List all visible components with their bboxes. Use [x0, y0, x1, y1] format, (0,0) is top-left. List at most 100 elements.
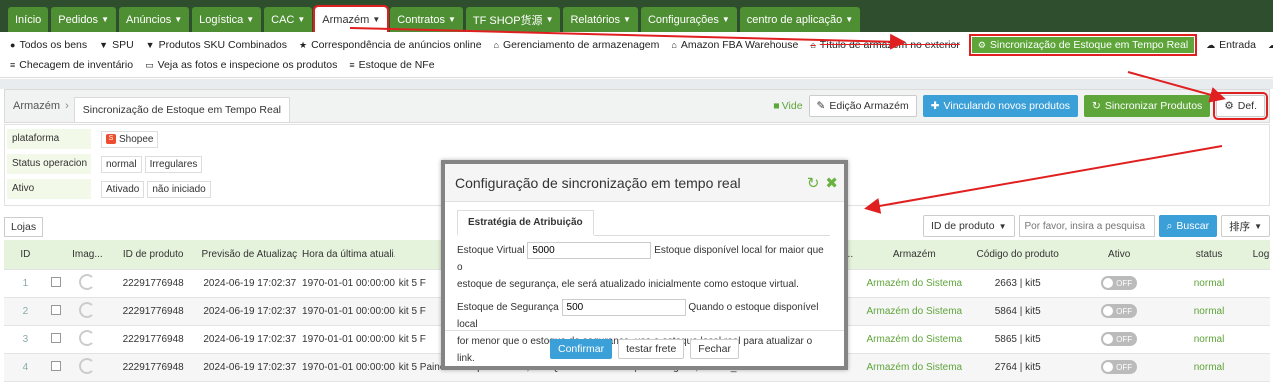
submenu-item-label: SPU [112, 39, 134, 51]
nav-item-contratos[interactable]: Contratos ▼ [390, 7, 463, 32]
filter-option-irregulares[interactable]: Irregulares [144, 155, 203, 173]
refresh-icon[interactable]: ↻ [807, 174, 820, 192]
filter-option-shopee[interactable]: S Shopee [101, 130, 159, 148]
active-toggle[interactable]: OFF [1101, 304, 1138, 318]
nav-item-anuncios[interactable]: Anúncios ▼ [118, 7, 190, 32]
link-new-products-button[interactable]: ✚ Vinculando novos produtos [922, 95, 1079, 117]
nav-item-relatorios[interactable]: Relatórios ▼ [563, 7, 638, 32]
submenu-item-estoque-de-nfe[interactable]: ≡ Estoque de NFe [349, 59, 434, 71]
submenu-item-spu[interactable]: ▼ SPU [99, 39, 134, 51]
toggle-knob [1103, 278, 1114, 288]
nav-item-configuracoes[interactable]: Configurações ▼ [640, 7, 737, 32]
tab-assignment-strategy[interactable]: Estratégia de Atribuição [457, 210, 594, 236]
submenu-item-checagem-de-inventario[interactable]: ≡ Checagem de inventário [10, 59, 133, 71]
nav-item-label: Início [15, 13, 42, 26]
virtual-stock-label: Estoque Virtual [457, 245, 525, 257]
filter-option-nao-iniciado[interactable]: não iniciado [147, 180, 211, 198]
nav-item-pedidos[interactable]: Pedidos ▼ [51, 7, 116, 32]
video-icon: ■ [773, 100, 780, 112]
test-freight-button[interactable]: testar frete [618, 338, 685, 359]
submenu-item-amazon-fba-warehouse[interactable]: ⌂ Amazon FBA Warehouse [671, 39, 798, 51]
breadcrumb-root[interactable]: Armazém [13, 100, 60, 112]
nav-item-inicio[interactable]: Início [8, 7, 49, 32]
row-checkbox[interactable] [51, 277, 62, 287]
submenu-icon: ★ [299, 39, 308, 50]
submenu-item-veja-as-fotos-e-inspecione-os-produtos[interactable]: ▭ Veja as fotos e inspecione os produtos [145, 59, 337, 71]
video-link[interactable]: ■ Vide [773, 100, 802, 112]
search-icon: ⌕ [1166, 219, 1173, 232]
nav-item-cac[interactable]: CAC ▼ [264, 7, 313, 32]
filter-option-normal[interactable]: normal [101, 155, 142, 173]
warehouse-link[interactable]: Armazém do Sistema [862, 362, 963, 373]
submenu-row-1: ● Todos os bens ▼ SPU ▼ Produtos SKU Combinad… [10, 34, 1273, 56]
toggle-knob [1103, 334, 1114, 344]
submenu-icon: ≡ [349, 60, 355, 70]
filter-label: Status operacion [7, 154, 91, 174]
submenu-item-saida[interactable]: ☁Saída [1268, 39, 1273, 51]
warehouse-link[interactable]: Armazém do Sistema [862, 334, 963, 345]
active-toggle[interactable]: OFF [1101, 360, 1138, 374]
safety-stock-input[interactable] [561, 299, 686, 317]
submenu-icon: ▼ [145, 40, 155, 50]
nav-item-tf-shop[interactable]: TF SHOP货源 ▼ [465, 7, 561, 32]
search-input[interactable] [1018, 215, 1155, 237]
submenu-item-label: Gerenciamento de armazenagem [502, 39, 660, 51]
warehouse-link[interactable]: Armazém do Sistema [862, 278, 963, 289]
submenu-item-entrada[interactable]: ☁ Entrada [1206, 39, 1256, 51]
link-new-products-label: Vinculando novos produtos [943, 100, 1071, 112]
chevron-down-icon: ▼ [246, 15, 255, 24]
active-toggle[interactable]: OFF [1101, 332, 1138, 346]
nav-item-logistica[interactable]: Logística ▼ [192, 7, 262, 32]
nav-item-label: Pedidos [58, 13, 99, 26]
row-checkbox[interactable] [51, 333, 62, 343]
confirm-button[interactable]: Confirmar [550, 338, 613, 359]
filter-option-ativado[interactable]: Ativado [101, 180, 145, 198]
edit-warehouse-button[interactable]: ✎ Edição Armazém [808, 95, 917, 117]
tab-current-page[interactable]: Sincronização de Estoque em Tempo Real [73, 96, 290, 122]
chevron-down-icon: ▼ [101, 15, 109, 24]
close-icon[interactable]: ✖ [825, 174, 838, 192]
status-badge: normal [1193, 362, 1225, 373]
active-toggle[interactable]: OFF [1101, 276, 1138, 290]
row-checkbox[interactable] [51, 361, 62, 371]
submenu-item-titulo-de-armazem-no-exterior[interactable]: ⌂ Título de armazém no exterior [810, 39, 960, 51]
submenu-item-label: Estoque de NFe [358, 59, 435, 71]
product-image-cell [66, 274, 105, 293]
submenu-item-todos-os-bens[interactable]: ● Todos os bens [10, 39, 87, 51]
virtual-stock-input[interactable] [527, 242, 652, 259]
warehouse-link[interactable]: Armazém do Sistema [862, 306, 963, 317]
product-code: 2764 | kit5 [994, 362, 1041, 373]
shopee-logo-icon: S [106, 134, 116, 144]
nav-item-centro-de-aplicacao[interactable]: centro de aplicação ▼ [739, 7, 861, 32]
nav-item-label: CAC [271, 13, 295, 26]
submenu-item-gerenciamento-de-armazenagem[interactable]: ⌂ Gerenciamento de armazenagem [494, 39, 660, 51]
nav-item-armazem[interactable]: Armazém ▼ [313, 5, 390, 34]
sort-button[interactable]: 排序 ▼ [1221, 215, 1270, 237]
product-image-cell [66, 302, 105, 321]
default-settings-button[interactable]: ⚙ Def. [1213, 92, 1268, 120]
filter-label: Ativo [7, 179, 91, 199]
search-button[interactable]: ⌕ Buscar [1158, 215, 1218, 237]
update-forecast: 2024-06-19 17:02:37 [203, 362, 297, 373]
search-field-select[interactable]: ID de produto ▼ [922, 215, 1015, 237]
sync-products-button[interactable]: ↻ Sincronizar Produtos [1084, 95, 1211, 117]
stores-button[interactable]: Lojas [4, 217, 44, 237]
submenu-item-sincronizacao-de-estoque-em-tempo-real[interactable]: ⚙ Sincronização de Estoque em Tempo Real [968, 34, 1198, 56]
nav-item-label: Relatórios [570, 13, 621, 26]
last-update-time: 1970-01-01 00:00:00 [302, 306, 395, 317]
close-button[interactable]: Fechar [690, 338, 739, 359]
product-code: 5865 | kit5 [994, 334, 1041, 345]
toggle-knob [1103, 362, 1114, 372]
dialog-header: Configuração de sincronização em tempo r… [445, 164, 844, 202]
submenu-row-2: ≡ Checagem de inventário ▭ Veja as fotos e … [10, 55, 1263, 75]
chevron-down-icon: ▼ [297, 15, 306, 24]
row-checkbox[interactable] [51, 305, 62, 315]
row-select-cell [43, 361, 66, 374]
chevron-down-icon: ▼ [174, 15, 183, 24]
active-cell: OFF [1069, 360, 1166, 375]
submenu-item-produtos-sku-combinados[interactable]: ▼ Produtos SKU Combinados [146, 39, 287, 51]
safety-stock-label: Estoque de Segurança [457, 302, 559, 314]
submenu-item-label: Amazon FBA Warehouse [680, 39, 799, 51]
update-forecast: 2024-06-19 17:02:37 [203, 306, 297, 317]
submenu-item-correspondencia-de-anuncios-online[interactable]: ★ Correspondência de anúncios online [299, 39, 482, 51]
